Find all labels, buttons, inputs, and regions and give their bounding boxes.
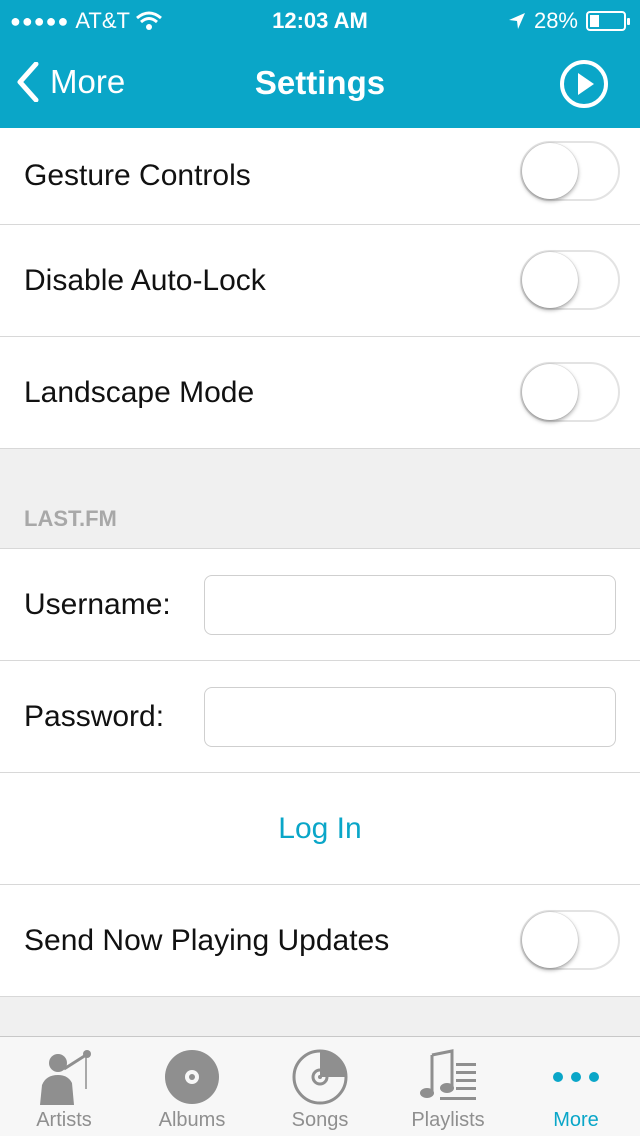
tab-playlists[interactable]: Playlists	[384, 1037, 512, 1136]
tab-more[interactable]: More	[512, 1037, 640, 1136]
password-row: Password:	[0, 661, 640, 773]
tab-bar: Artists Albums Songs Playlists More	[0, 1036, 640, 1136]
username-row: Username:	[0, 549, 640, 661]
battery-icon	[586, 11, 630, 31]
username-label: Username:	[24, 587, 171, 621]
album-icon	[165, 1050, 219, 1104]
more-dots-icon	[553, 1072, 599, 1082]
location-arrow-icon	[508, 13, 525, 29]
status-bar: ●●●●● AT&T 12:03 AM 28%	[0, 0, 640, 40]
list-footer-gap	[0, 997, 640, 1036]
setting-row-gesture-controls: Gesture Controls	[0, 128, 640, 225]
section-divider: LAST.FM	[0, 449, 640, 549]
setting-label: Gesture Controls	[24, 159, 251, 192]
disable-auto-lock-toggle[interactable]	[520, 250, 620, 310]
playlist-icon	[420, 1049, 476, 1100]
tab-label: Playlists	[411, 1109, 485, 1131]
top-bar: ●●●●● AT&T 12:03 AM 28% More Settings	[0, 0, 640, 128]
password-input[interactable]	[204, 686, 616, 747]
battery-percent: 28%	[533, 8, 578, 33]
navigation-bar: More Settings	[0, 40, 640, 128]
setting-row-send-now-playing: Send Now Playing Updates	[0, 885, 640, 997]
settings-list[interactable]: Gesture Controls Disable Auto-Lock Lands…	[0, 128, 640, 1036]
password-label: Password:	[24, 699, 165, 733]
send-now-playing-toggle[interactable]	[520, 910, 620, 970]
setting-label: Landscape Mode	[24, 375, 255, 409]
gesture-controls-toggle[interactable]	[520, 141, 620, 201]
tab-label: Albums	[158, 1109, 226, 1131]
section-header-lastfm: LAST.FM	[24, 506, 117, 531]
tab-artists[interactable]: Artists	[0, 1037, 128, 1136]
setting-row-disable-auto-lock: Disable Auto-Lock	[0, 225, 640, 337]
now-playing-button[interactable]	[558, 58, 610, 110]
tab-songs[interactable]: Songs	[256, 1037, 384, 1136]
login-button[interactable]: Log In	[278, 812, 361, 846]
song-icon	[292, 1049, 348, 1105]
tab-label: Artists	[36, 1109, 92, 1131]
tab-albums[interactable]: Albums	[128, 1037, 256, 1136]
landscape-mode-toggle[interactable]	[520, 362, 620, 422]
page-title: Settings	[254, 64, 386, 101]
tab-label: More	[553, 1109, 599, 1131]
login-row: Log In	[0, 773, 640, 885]
setting-row-landscape-mode: Landscape Mode	[0, 337, 640, 449]
tab-label: Songs	[291, 1109, 349, 1131]
setting-label: Send Now Playing Updates	[24, 923, 390, 957]
username-input[interactable]	[204, 574, 616, 635]
artist-icon	[40, 1050, 91, 1105]
setting-label: Disable Auto-Lock	[24, 263, 266, 297]
